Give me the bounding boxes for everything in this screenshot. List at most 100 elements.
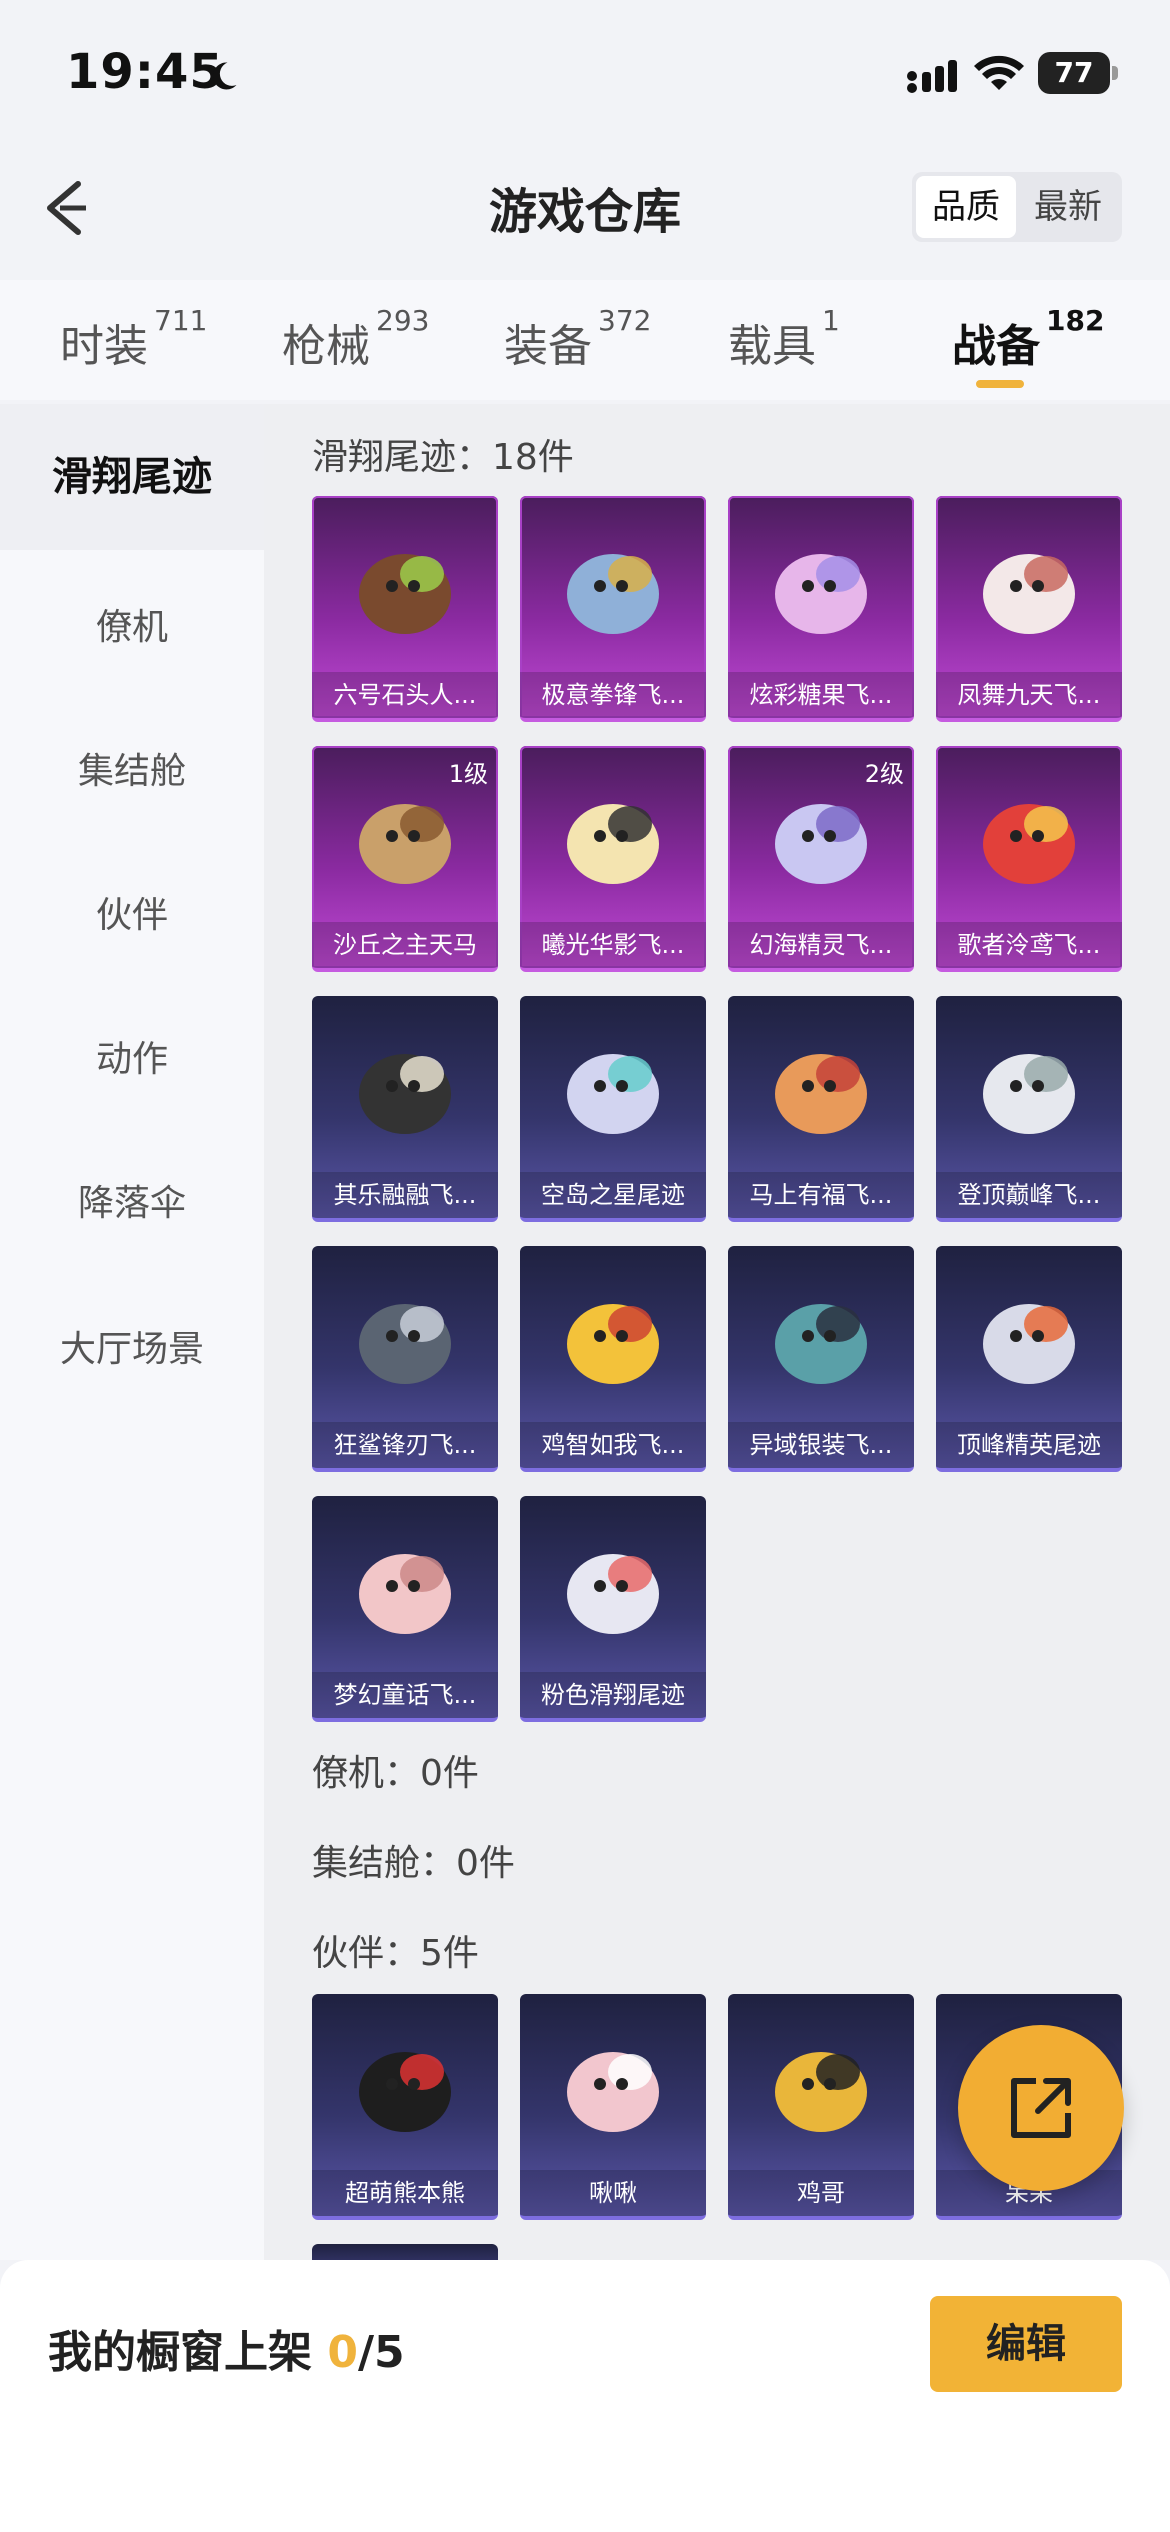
item-name: 六号石头人...: [312, 672, 498, 718]
moon-icon: [212, 62, 237, 90]
sidebar-item-glide[interactable]: 滑翔尾迹: [0, 404, 264, 550]
shark-icon: [359, 1304, 451, 1384]
tab-indicator: [976, 380, 1024, 388]
glide-item-card[interactable]: 凤舞九天飞...: [936, 496, 1122, 722]
battery-icon: 77: [1038, 52, 1118, 94]
item-name: 空岛之星尾迹: [520, 1172, 706, 1218]
glide-item-card[interactable]: 梦幻童话飞...: [312, 1496, 498, 1722]
item-name: 鸡哥: [728, 2170, 914, 2216]
chicken-icon: [567, 1304, 659, 1384]
section-title-capsule: 集结舱：0件: [312, 1843, 515, 1884]
level-badge: 2级: [864, 760, 904, 788]
item-name: 极意拳锋飞...: [520, 672, 706, 718]
silver-wing-icon: [775, 1304, 867, 1384]
glide-item-card[interactable]: 歌者泠鸢飞...: [936, 746, 1122, 972]
item-name: 歌者泠鸢飞...: [936, 922, 1122, 968]
glide-item-card[interactable]: 顶峰精英尾迹: [936, 1246, 1122, 1472]
glide-item-card[interactable]: 曦光华影飞...: [520, 746, 706, 972]
item-name: 马上有福飞...: [728, 1172, 914, 1218]
glide-item-card[interactable]: 马上有福飞...: [728, 996, 914, 1222]
jet-icon: [983, 1054, 1075, 1134]
item-name: 其乐融融飞...: [312, 1172, 498, 1218]
item-name: 沙丘之主天马: [312, 922, 498, 968]
sidebar-item-capsule[interactable]: 集结舱: [0, 742, 264, 794]
item-name: 鸡智如我飞...: [520, 1422, 706, 1468]
edit-button[interactable]: 编辑: [930, 2296, 1122, 2392]
bear-icon: [359, 2052, 451, 2132]
candy-icon: [775, 554, 867, 634]
sort-newest[interactable]: 最新: [1018, 176, 1118, 238]
pink-trail-icon: [567, 1554, 659, 1634]
partner-item-card[interactable]: 鸡哥: [728, 1994, 914, 2220]
item-name: 幻海精灵飞...: [728, 922, 914, 968]
showcase-total: /5: [357, 2327, 405, 2378]
status-bar: 19:45 77: [0, 0, 1170, 150]
wifi-icon: [974, 55, 1024, 90]
crown-bed-icon: [359, 1554, 451, 1634]
glide-item-card[interactable]: 1级沙丘之主天马: [312, 746, 498, 972]
partner-item-card[interactable]: 啾啾: [520, 1994, 706, 2220]
battery-level: 77: [1038, 52, 1110, 94]
glide-item-card[interactable]: 六号石头人...: [312, 496, 498, 722]
showcase-label: 我的橱窗上架 0/5: [48, 2327, 405, 2378]
partner-item-card[interactable]: 超萌熊本熊: [312, 1994, 498, 2220]
rainbow-trail-icon: [567, 1054, 659, 1134]
glide-item-card[interactable]: 炫彩糖果飞...: [728, 496, 914, 722]
stone-sprout-icon: [359, 554, 451, 634]
bird-icon: [983, 804, 1075, 884]
share-icon: [1011, 2078, 1071, 2138]
sidebar-item-wingman[interactable]: 僚机: [0, 598, 264, 650]
tab-guns[interactable]: 枪械293: [282, 304, 429, 374]
elephant-boxer-icon: [567, 554, 659, 634]
penguin-icon: [359, 1054, 451, 1134]
cool-chicken-icon: [775, 2052, 867, 2132]
tab-equipment[interactable]: 装备372: [504, 304, 651, 374]
sort-toggle[interactable]: 品质 最新: [912, 172, 1122, 242]
item-name: 凤舞九天飞...: [936, 672, 1122, 718]
showcase-count: 0: [327, 2327, 358, 2378]
glide-item-card[interactable]: 狂鲨锋刃飞...: [312, 1246, 498, 1472]
sidebar: 滑翔尾迹 僚机 集结舱 伙伴 动作 降落伞 大厅场景: [0, 404, 264, 2260]
glide-item-card[interactable]: 鸡智如我飞...: [520, 1246, 706, 1472]
section-title-glide: 滑翔尾迹：18件: [312, 437, 574, 478]
tab-readiness[interactable]: 战备182: [952, 304, 1104, 374]
item-name: 梦幻童话飞...: [312, 1672, 498, 1718]
glide-item-card[interactable]: 空岛之星尾迹: [520, 996, 706, 1222]
glide-item-card[interactable]: 粉色滑翔尾迹: [520, 1496, 706, 1722]
item-name: 啾啾: [520, 2170, 706, 2216]
category-tabs: 时装711 枪械293 装备372 载具1 战备182: [0, 280, 1170, 400]
sidebar-item-emote[interactable]: 动作: [0, 1030, 264, 1082]
clock: 19:45: [66, 44, 224, 100]
tab-vehicles[interactable]: 载具1: [728, 304, 840, 374]
item-name: 狂鲨锋刃飞...: [312, 1422, 498, 1468]
glide-item-card[interactable]: 极意拳锋飞...: [520, 496, 706, 722]
level-badge: 1级: [448, 760, 488, 788]
share-button[interactable]: [958, 2025, 1124, 2191]
sort-quality[interactable]: 品质: [916, 176, 1016, 238]
sidebar-item-partner[interactable]: 伙伴: [0, 886, 264, 938]
glide-item-card[interactable]: 登顶巅峰飞...: [936, 996, 1122, 1222]
item-name: 曦光华影飞...: [520, 922, 706, 968]
showcase-bar: 我的橱窗上架 0/5 编辑: [0, 2260, 1170, 2532]
item-name: 炫彩糖果飞...: [728, 672, 914, 718]
pink-chick-icon: [567, 2052, 659, 2132]
section-title-partner: 伙伴：5件: [312, 1933, 479, 1974]
sidebar-item-parachute[interactable]: 降落伞: [0, 1174, 264, 1226]
glide-item-card[interactable]: 异域银装飞...: [728, 1246, 914, 1472]
item-name: 异域银装飞...: [728, 1422, 914, 1468]
item-name: 登顶巅峰飞...: [936, 1172, 1122, 1218]
item-name: 粉色滑翔尾迹: [520, 1672, 706, 1718]
phoenix-icon: [983, 554, 1075, 634]
sidebar-item-lobby[interactable]: 大厅场景: [0, 1320, 264, 1372]
tab-fashion[interactable]: 时装711: [60, 304, 207, 374]
flame-trail-icon: [983, 1304, 1075, 1384]
glide-item-card[interactable]: 2级幻海精灵飞...: [728, 746, 914, 972]
horse-toy-icon: [775, 1054, 867, 1134]
section-title-wingman: 僚机：0件: [312, 1753, 479, 1794]
glide-item-card[interactable]: 其乐融融飞...: [312, 996, 498, 1222]
signal-icon: [907, 60, 957, 93]
item-name: 超萌熊本熊: [312, 2170, 498, 2216]
item-name: 顶峰精英尾迹: [936, 1422, 1122, 1468]
nav-bar: 游戏仓库 品质 最新: [0, 150, 1170, 260]
flower-icon: [567, 804, 659, 884]
